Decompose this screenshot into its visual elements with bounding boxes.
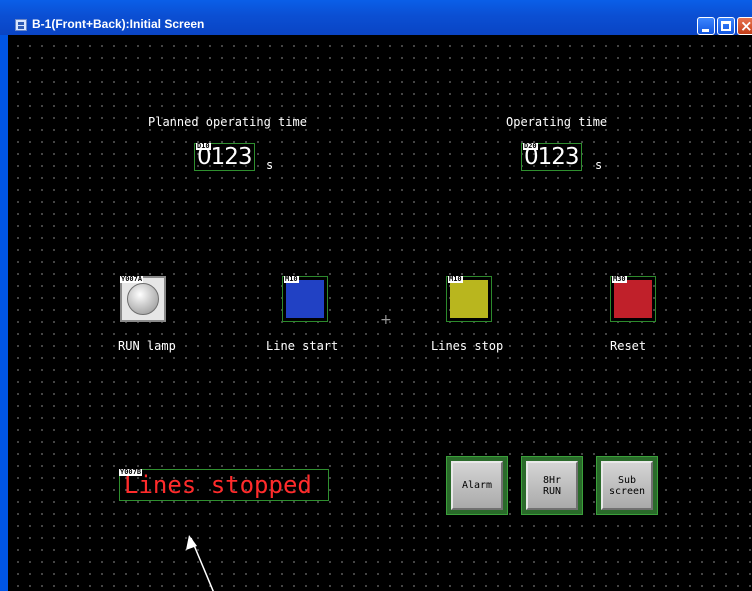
line-start-label: Line start [266,339,339,353]
planned-time-device-tag: D10 [196,142,211,150]
operating-time-label: Operating time [506,115,608,129]
operating-time-device-tag: D20 [523,142,538,150]
lines-stop-device-tag: M10 [448,275,463,283]
lines-stop-label: Lines stop [431,339,504,353]
reset-switch-face [614,280,652,318]
run-lamp-label: RUN lamp [118,339,176,353]
message-device-tag: Y007B [119,468,143,476]
minimize-icon [702,29,709,32]
line-start-device-tag: M10 [284,275,299,283]
close-button[interactable]: × [737,17,752,35]
line-start-switch-face [286,280,324,318]
planned-time-label: Planned operating time [148,115,307,129]
reset-device-tag: M30 [612,275,627,283]
operating-time-unit: s [595,158,603,172]
annotation-arrow-icon [186,535,214,591]
lamp-bulb-icon [127,283,159,315]
sub-screen-button-label: Sub screen [601,461,653,510]
window-title: B-1(Front+Back):Initial Screen [32,17,205,31]
lines-stop-switch-face [450,280,488,318]
title-bar[interactable]: B-1(Front+Back):Initial Screen × [0,0,752,35]
app-window: B-1(Front+Back):Initial Screen × Planned… [0,0,752,591]
maximize-icon [721,21,731,31]
screen-canvas: Planned operating time D10 0123 s Operat… [8,35,752,591]
run-8hr-button[interactable]: 8Hr RUN [521,456,583,515]
minimize-button[interactable] [697,17,715,35]
alarm-button[interactable]: Alarm [446,456,508,515]
status-message-display: Lines stopped [119,469,329,501]
maximize-button[interactable] [717,17,735,35]
app-window-icon [15,19,27,31]
status-message-text: Lines stopped [124,471,312,499]
sub-screen-button[interactable]: Sub screen [596,456,658,515]
reset-label: Reset [610,339,647,353]
run-lamp-device-tag: Y007A [120,275,144,283]
close-icon: × [740,17,752,35]
alarm-button-label: Alarm [451,461,503,510]
run-8hr-button-label: 8Hr RUN [526,461,578,510]
cursor-cross-icon: + [380,312,392,328]
planned-time-unit: s [266,158,274,172]
